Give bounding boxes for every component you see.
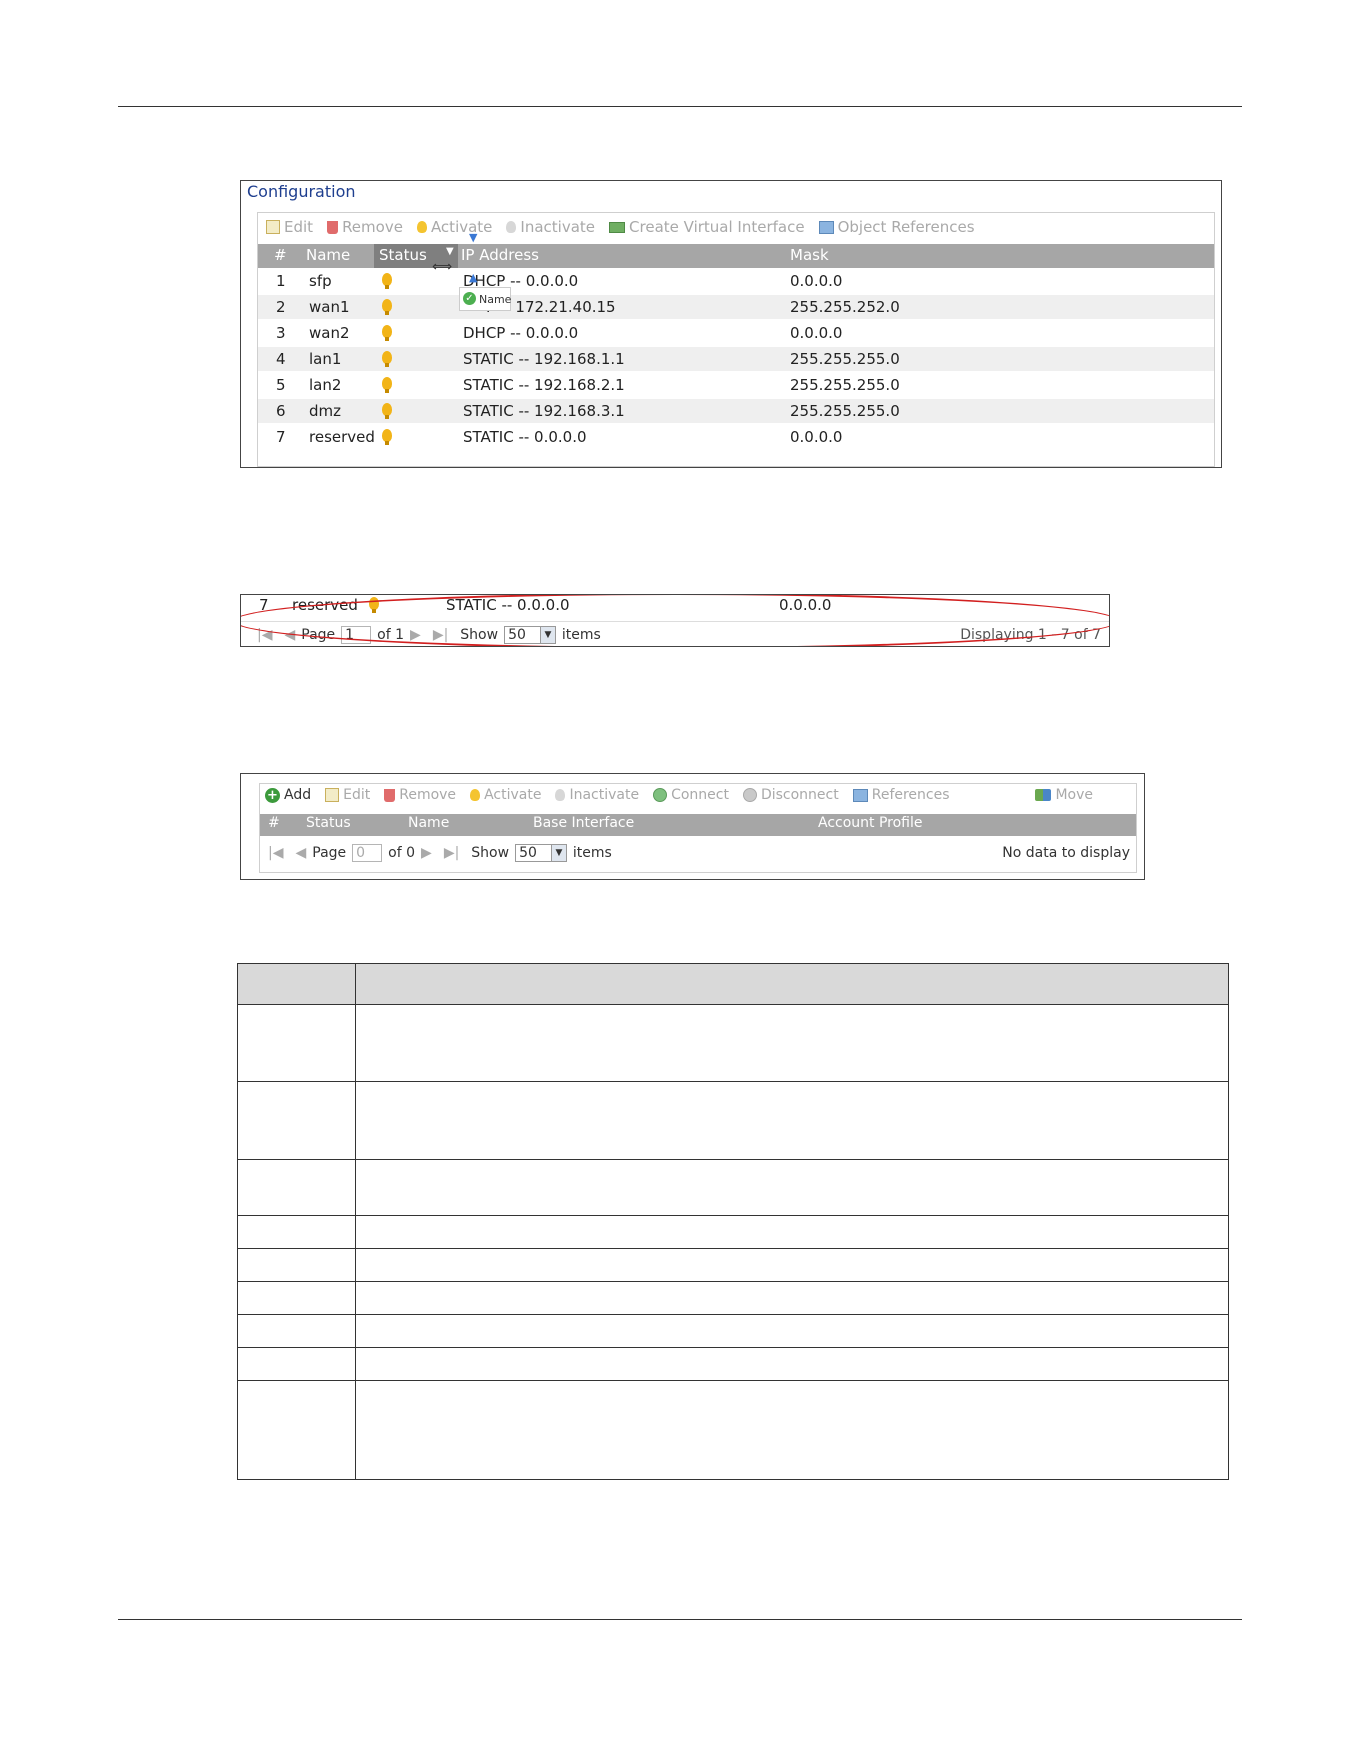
pager-panel: 7 reserved STATIC -- 0.0.0.0 0.0.0.0 |◀ … bbox=[240, 594, 1110, 647]
activate-button[interactable]: Activate bbox=[470, 787, 541, 803]
add-icon: + bbox=[265, 787, 280, 803]
first-page-icon[interactable]: |◀ bbox=[268, 845, 283, 861]
drop-arrow-down-icon: ▼ bbox=[469, 231, 478, 244]
connect-icon bbox=[653, 788, 668, 802]
table-row[interactable]: 4 lan1 STATIC -- 192.168.1.1 255.255.255… bbox=[258, 347, 1214, 371]
interface-list-panel: + Add Edit Remove Activate Inactivate Con… bbox=[240, 773, 1145, 880]
status-bulb-icon bbox=[382, 403, 392, 419]
table-frame: Edit Remove Activate Inactivate Create V… bbox=[257, 212, 1215, 467]
toolbar: + Add Edit Remove Activate Inactivate Con… bbox=[265, 787, 1133, 803]
table-row[interactable]: 1 sfp DHCP -- 0.0.0.0 0.0.0.0 bbox=[258, 269, 1214, 293]
drag-tooltip: ✓ Name bbox=[459, 287, 511, 311]
col-base-interface[interactable]: Base Interface bbox=[533, 815, 634, 831]
table-row bbox=[237, 1281, 1229, 1315]
inactivate-button[interactable]: Inactivate bbox=[555, 787, 639, 803]
activate-button[interactable]: Activate bbox=[416, 218, 492, 236]
status-bulb-icon bbox=[382, 325, 392, 341]
references-icon bbox=[852, 788, 868, 802]
edit-button[interactable]: Edit bbox=[325, 787, 370, 803]
header-rule bbox=[118, 106, 1242, 107]
pager: |◀ ◀ Page 0 of 0 ▶ ▶| Show 50 ▼ items No … bbox=[268, 844, 1130, 862]
table-header: # Name Status ▼ IP Address Mask bbox=[258, 244, 1214, 268]
table-row bbox=[237, 1380, 1229, 1480]
table-header-row bbox=[237, 963, 1229, 1005]
bulb-off-icon bbox=[555, 789, 566, 801]
toolbar: Edit Remove Activate Inactivate Create V… bbox=[266, 218, 989, 236]
next-page-icon[interactable]: ▶ bbox=[421, 845, 432, 861]
prev-page-icon[interactable]: ◀ bbox=[295, 845, 306, 861]
references-button[interactable]: References bbox=[852, 787, 950, 803]
footer-rule bbox=[118, 1619, 1242, 1620]
col-number[interactable]: # bbox=[274, 246, 287, 264]
page-input[interactable]: 0 bbox=[352, 844, 383, 862]
bulb-on-icon bbox=[470, 789, 481, 801]
status-bulb-icon bbox=[382, 377, 392, 393]
bulb-on-icon bbox=[416, 221, 427, 233]
col-ip-address[interactable]: IP Address bbox=[461, 246, 539, 264]
trash-icon bbox=[327, 220, 339, 234]
inactivate-button[interactable]: Inactivate bbox=[506, 218, 595, 236]
connect-button[interactable]: Connect bbox=[653, 787, 729, 803]
table-row[interactable]: 3 wan2 DHCP -- 0.0.0.0 0.0.0.0 bbox=[258, 321, 1214, 345]
status-bulb-icon bbox=[382, 429, 392, 445]
drop-arrow-up-icon: ▲ bbox=[469, 271, 478, 284]
status-bulb-icon bbox=[382, 273, 392, 289]
page-size-select[interactable]: 50 ▼ bbox=[515, 844, 567, 862]
edit-icon bbox=[266, 220, 280, 234]
configuration-panel: Configuration Edit Remove Activate Inact… bbox=[240, 180, 1222, 468]
move-icon bbox=[1035, 789, 1052, 801]
table-header: # Status Name Base Interface Account Pro… bbox=[260, 814, 1136, 836]
edit-icon bbox=[325, 788, 340, 802]
status-bulb-icon bbox=[382, 351, 392, 367]
col-mask[interactable]: Mask bbox=[790, 246, 829, 264]
table-row bbox=[237, 1314, 1229, 1348]
remove-button[interactable]: Remove bbox=[384, 787, 456, 803]
table-row bbox=[237, 1248, 1229, 1282]
disconnect-button[interactable]: Disconnect bbox=[742, 787, 839, 803]
object-references-button[interactable]: Object References bbox=[818, 218, 975, 236]
table-frame: + Add Edit Remove Activate Inactivate Con… bbox=[259, 783, 1137, 873]
disconnect-icon bbox=[742, 788, 757, 802]
field-description-table bbox=[237, 963, 1229, 1480]
col-number[interactable]: # bbox=[268, 815, 280, 831]
bulb-off-icon bbox=[506, 221, 517, 233]
trash-icon bbox=[384, 788, 396, 802]
status-bulb-icon bbox=[382, 299, 392, 315]
virtual-interface-icon bbox=[609, 221, 626, 233]
table-row bbox=[237, 1347, 1229, 1381]
panel-title: Configuration bbox=[247, 182, 356, 201]
table-row[interactable]: 7 reserved STATIC -- 0.0.0.0 0.0.0.0 bbox=[258, 425, 1214, 449]
table-row bbox=[237, 1081, 1229, 1160]
table-row[interactable]: 6 dmz STATIC -- 192.168.3.1 255.255.255.… bbox=[258, 399, 1214, 423]
table-row[interactable]: 5 lan2 STATIC -- 192.168.2.1 255.255.255… bbox=[258, 373, 1214, 397]
col-account-profile[interactable]: Account Profile bbox=[818, 815, 923, 831]
chevron-down-icon: ▼ bbox=[446, 246, 454, 257]
table-row[interactable]: 2 wan1 P -- 172.21.40.15 255.255.252.0 bbox=[258, 295, 1214, 319]
table-row bbox=[237, 1004, 1229, 1082]
create-virtual-interface-button[interactable]: Create Virtual Interface bbox=[609, 218, 805, 236]
no-data-message: No data to display bbox=[1002, 845, 1130, 861]
resize-cursor-icon: ⟺ bbox=[432, 259, 453, 275]
remove-button[interactable]: Remove bbox=[327, 218, 403, 236]
chevron-down-icon: ▼ bbox=[550, 845, 566, 861]
col-status[interactable]: Status bbox=[306, 815, 351, 831]
check-icon: ✓ bbox=[463, 292, 476, 305]
edit-button[interactable]: Edit bbox=[266, 218, 313, 236]
last-page-icon[interactable]: ▶| bbox=[444, 845, 459, 861]
add-button[interactable]: + Add bbox=[265, 787, 311, 803]
table-row bbox=[237, 1215, 1229, 1249]
table-row bbox=[237, 1159, 1229, 1216]
highlight-ellipse bbox=[241, 595, 1109, 646]
references-icon bbox=[818, 220, 834, 234]
move-button[interactable]: Move bbox=[1035, 787, 1093, 803]
col-name[interactable]: Name bbox=[408, 815, 449, 831]
col-name[interactable]: Name bbox=[306, 246, 350, 264]
